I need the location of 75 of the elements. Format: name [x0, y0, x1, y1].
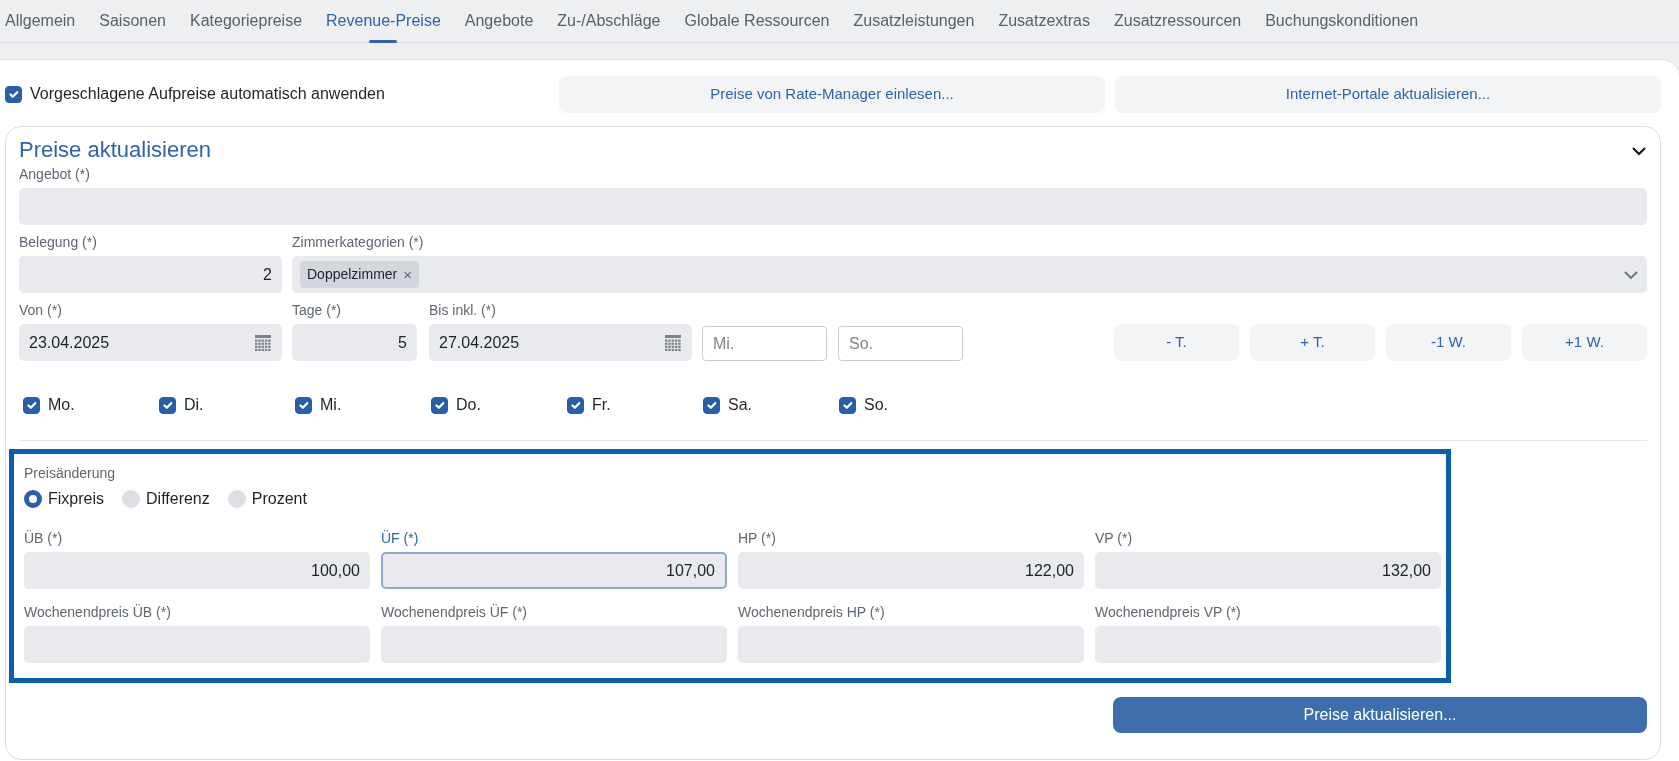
checkbox-label: Fr.: [592, 395, 611, 415]
price-field[interactable]: 100,00: [24, 552, 370, 589]
tab[interactable]: Allgemein: [5, 0, 88, 42]
checkbox-label: Mo.: [48, 395, 75, 415]
weekday-checkbox[interactable]: [839, 396, 856, 414]
dropdown-chevron-icon[interactable]: [1623, 269, 1639, 280]
weekday-checkbox[interactable]: [567, 396, 584, 414]
field-label: Tage (*): [292, 301, 343, 319]
tab[interactable]: Globale Ressourcen: [672, 0, 842, 42]
calendar-icon[interactable]: [664, 333, 682, 352]
price-field[interactable]: 107,00: [381, 552, 727, 589]
checkbox-label: So.: [864, 395, 888, 415]
radio-button[interactable]: [227, 490, 246, 508]
price-field[interactable]: 132,00: [1095, 552, 1441, 589]
checkbox-label: Di.: [184, 395, 204, 415]
field-label: ÜB (*): [24, 529, 64, 547]
field-label: Wochenendpreis VP (*): [1095, 603, 1242, 621]
tab[interactable]: Buchungskonditionen: [1253, 0, 1431, 42]
shift-button[interactable]: -1 W.: [1386, 324, 1511, 361]
calendar-icon[interactable]: [254, 333, 272, 352]
shift-button[interactable]: - T.: [1114, 324, 1239, 361]
date-value: 27.04.2025: [439, 332, 520, 353]
field-label: VP (*): [1095, 529, 1134, 547]
tab[interactable]: Saisonen: [87, 0, 178, 42]
field-label: Angebot (*): [19, 165, 91, 183]
field-label: Bis inkl. (*): [429, 301, 497, 319]
shift-button[interactable]: + T.: [1250, 324, 1375, 361]
radio-label: Prozent: [251, 489, 307, 509]
radio-label: Differenz: [146, 489, 210, 509]
field-label: Preisänderung: [24, 464, 117, 482]
radio-button[interactable]: [122, 490, 140, 508]
tab[interactable]: Kategoriepreise: [178, 0, 315, 42]
weekday-field[interactable]: So.: [838, 326, 963, 361]
weekday-checkbox[interactable]: [159, 396, 176, 414]
field-label: HP (*): [738, 529, 777, 547]
field-label: Wochenendpreis ÜF (*): [381, 603, 529, 621]
field-label: Wochenendpreis HP (*): [738, 603, 886, 621]
date-field[interactable]: 23.04.2025: [19, 324, 282, 361]
field-label: Belegung (*): [19, 233, 98, 251]
date-value: 23.04.2025: [29, 332, 110, 353]
radio-label: Fixpreis: [48, 489, 104, 509]
room-category-select[interactable]: Doppelzimmer ×: [292, 256, 1647, 293]
field-label: Wochenendpreis ÜB (*): [24, 603, 172, 621]
tab[interactable]: Zusatzextras: [986, 0, 1102, 42]
tab[interactable]: Zu-/Abschläge: [545, 0, 673, 42]
panel-title: Preise aktualisieren: [19, 136, 211, 164]
weekday-checkbox[interactable]: [703, 396, 720, 414]
action-button[interactable]: Internet-Portale aktualisieren...: [1115, 75, 1661, 113]
date-field[interactable]: 27.04.2025: [429, 324, 692, 361]
weekday-checkbox[interactable]: [431, 396, 448, 414]
checkbox-label: Do.: [456, 395, 481, 415]
field-label: Zimmerkategorien (*): [292, 233, 425, 251]
chevron-icon[interactable]: [1631, 145, 1647, 156]
remove-tag-icon[interactable]: ×: [403, 267, 412, 282]
field-label: Von (*): [19, 301, 63, 319]
occupancy-field[interactable]: 2: [19, 256, 282, 293]
weekday-checkbox[interactable]: [23, 396, 40, 414]
checkbox-label: Mi.: [320, 395, 342, 415]
weekday-field[interactable]: Mi.: [702, 326, 827, 361]
auto-apply-checkbox[interactable]: [5, 85, 22, 103]
days-field[interactable]: 5: [292, 324, 417, 361]
shift-button[interactable]: +1 W.: [1522, 324, 1647, 361]
action-button[interactable]: Preise von Rate-Manager einlesen...: [559, 75, 1105, 113]
tab[interactable]: Zusatzressourcen: [1102, 0, 1254, 42]
tab[interactable]: Zusatzleistungen: [841, 0, 987, 42]
weekday-checkbox[interactable]: [295, 396, 312, 414]
tab[interactable]: Angebote: [452, 0, 546, 42]
update-prices-button[interactable]: Preise aktualisieren...: [1113, 697, 1647, 733]
tab[interactable]: Revenue-Preise: [314, 0, 453, 42]
radio-button[interactable]: [24, 490, 42, 508]
tag-label: Doppelzimmer: [307, 265, 398, 284]
price-field[interactable]: 122,00: [738, 552, 1084, 589]
field-label: ÜF (*): [381, 529, 420, 547]
checkbox-label: Vorgeschlagene Aufpreise automatisch anwenden: [30, 84, 385, 104]
checkbox-label: Sa.: [728, 395, 752, 415]
